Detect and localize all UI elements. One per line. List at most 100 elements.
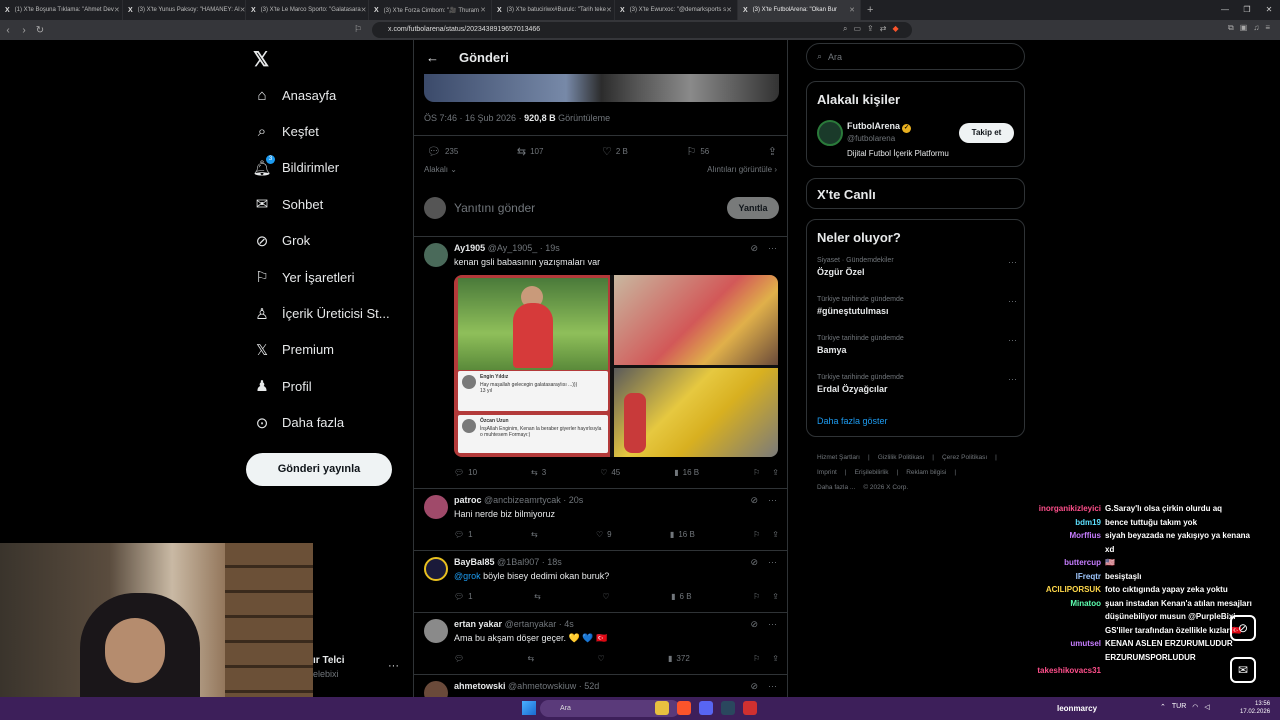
reply-tweet[interactable]: patroc @ancbizeamrtycak · 20s ⊘ ··· Hani … — [414, 490, 787, 550]
maximize-icon[interactable]: ❐ — [1236, 0, 1258, 20]
footer-link[interactable]: Çerez Politikası — [942, 454, 987, 461]
browser-tab[interactable]: X (3) X'te Yunus Paksoy: "HAMANEY: Al ✕ — [123, 0, 246, 20]
reply-tweet[interactable]: BayBal85 @1Bal907 · 18s ⊘ ··· @grok böyle… — [414, 552, 787, 612]
obs-icon[interactable] — [743, 701, 757, 715]
post-image[interactable] — [424, 74, 779, 102]
mention-link[interactable]: @grok — [454, 571, 481, 581]
reply-action[interactable]: 💬︎ 10 — [454, 468, 477, 477]
volume-icon[interactable]: ◁ — [1204, 703, 1209, 711]
more-options-icon[interactable]: ··· — [768, 557, 777, 568]
zoom-icon[interactable]: ⌕ — [843, 24, 847, 34]
wallet-icon[interactable]: ▣ — [1240, 23, 1248, 33]
messages-float-icon[interactable]: ✉ — [1230, 657, 1256, 683]
repost-action[interactable]: ⇆ — [527, 654, 534, 663]
close-window-icon[interactable]: ✕ — [1258, 0, 1280, 20]
windows-start-icon[interactable] — [522, 701, 536, 715]
share-icon[interactable]: ⇪ — [772, 468, 779, 477]
chat-username[interactable]: buttercup — [1000, 556, 1105, 570]
footer-link[interactable]: Imprint — [817, 469, 837, 476]
browser-tab[interactable]: X (1) X'te Boşuna Tıklama: "Ahmet Dev ✕ — [0, 0, 123, 20]
chat-username[interactable]: bdm19 — [1000, 516, 1105, 530]
more-options-icon[interactable]: ··· — [768, 495, 777, 506]
avatar[interactable] — [817, 120, 843, 146]
bookmark-icon[interactable]: ⚐ — [753, 592, 760, 601]
file-explorer-icon[interactable] — [655, 701, 669, 715]
footer-link[interactable]: © 2026 X Corp. — [863, 484, 908, 491]
sidebar-item-grok[interactable]: ⊘ Grok — [252, 223, 390, 259]
views-action[interactable]: ▮ 16 B — [674, 468, 699, 477]
new-tab-button[interactable]: + — [867, 4, 873, 16]
back-arrow-icon[interactable]: ← — [426, 50, 439, 65]
bookmark-icon[interactable]: ⚐ — [753, 468, 760, 477]
close-icon[interactable]: ✕ — [240, 6, 245, 14]
more-options-icon[interactable]: ··· — [1008, 296, 1017, 306]
browser-tab[interactable]: X (3) X'te Le Marco Sporto: "Galatasara ✕ — [246, 0, 369, 20]
grok-icon[interactable]: ⊘ — [750, 243, 758, 254]
language-indicator[interactable]: TUR — [1172, 703, 1186, 711]
trend-item[interactable]: Siyaset · Gündemdekiler Özgür Özel ··· — [817, 257, 1017, 277]
trend-item[interactable]: Türkiye tarihinde gündemde Bamya ··· — [817, 335, 1017, 355]
reply-input[interactable]: Yanıtını gönder — [454, 201, 535, 215]
more-options-icon[interactable]: ··· — [1008, 374, 1017, 384]
account-switcher[interactable]: ır Telci elebixi — [313, 655, 345, 679]
repost-action[interactable]: ⇆ — [531, 530, 538, 539]
chat-username[interactable]: ACILIPORSUK — [1000, 583, 1105, 597]
media-image[interactable] — [614, 368, 778, 457]
close-icon[interactable]: ✕ — [606, 6, 612, 14]
reply-action[interactable]: 💬︎ 1 — [454, 530, 473, 539]
reply-action[interactable]: 💬︎ 235 — [427, 145, 458, 158]
grok-icon[interactable]: ⊘ — [750, 681, 758, 692]
x-logo-icon[interactable]: 𝕏 — [253, 47, 269, 72]
media-icon[interactable]: ♫ — [1253, 23, 1259, 33]
bookmark-icon[interactable]: ⚐ — [753, 530, 760, 539]
bookmark-icon[interactable]: ⚐ — [753, 654, 760, 663]
trend-item[interactable]: Türkiye tarihinde gündemde #güneştutulmas… — [817, 296, 1017, 316]
sidebar-item-premium[interactable]: 𝕏 Premium — [252, 332, 390, 368]
chat-username[interactable]: inorganikizleyici — [1000, 502, 1105, 516]
search-input[interactable]: ⌕ Ara — [806, 43, 1025, 70]
browser-tab[interactable]: X (3) X'te Forza Cimbom: "🎥 Thuram ✕ — [369, 0, 492, 20]
footer-link[interactable]: Erişilebilirlik — [855, 469, 889, 476]
grok-float-icon[interactable]: ⊘ — [1230, 615, 1256, 641]
brave-shield-icon[interactable]: ◆ — [892, 24, 898, 34]
brave-browser-icon[interactable] — [677, 701, 691, 715]
sidebar-item-bildirimler[interactable]: 🔔︎ 3 Bildirimler — [252, 150, 390, 186]
trend-item[interactable]: Türkiye tarihinde gündemde Erdal Özyağcıl… — [817, 374, 1017, 394]
close-icon[interactable]: ✕ — [114, 6, 120, 14]
browser-tab[interactable]: X (3) X'te batuciriwx#Burulc: "Tarih teke… — [492, 0, 615, 20]
grok-icon[interactable]: ⊘ — [750, 619, 758, 630]
chat-username[interactable]: lFreqtr — [1000, 570, 1105, 584]
share-icon[interactable]: ⇪ — [867, 24, 874, 34]
footer-link[interactable]: Gizlilik Politikası — [878, 454, 925, 461]
bookmark-action[interactable]: ⚐ 56 — [686, 145, 709, 158]
reply-tweet[interactable]: Ay1905 @Ay_1905_ · 19s ⊘ ··· kenan gsli b… — [414, 238, 787, 488]
footer-link[interactable]: Hizmet Şartları — [817, 454, 860, 461]
avatar[interactable] — [424, 495, 448, 519]
sidebar-item-profil[interactable]: ♟ Profil — [252, 368, 390, 404]
back-icon[interactable]: ‹ — [0, 25, 16, 36]
close-icon[interactable]: ✕ — [361, 6, 367, 14]
more-options-icon[interactable]: ··· — [768, 619, 777, 630]
footer-link[interactable]: Reklam bilgisi — [906, 469, 946, 476]
views-action[interactable]: ▮ 16 B — [670, 530, 695, 539]
translate-icon[interactable]: ⇄ — [880, 24, 887, 34]
sidebar-item-yer-i-şaretleri[interactable]: ⚐ Yer İşaretleri — [252, 259, 390, 295]
follow-button[interactable]: Takip et — [959, 123, 1014, 143]
more-options-icon[interactable]: ··· — [768, 681, 777, 692]
screen-icon[interactable]: ▭ — [853, 24, 861, 34]
avatar[interactable] — [424, 619, 448, 643]
like-action[interactable]: ♡ 45 — [600, 468, 620, 477]
menu-icon[interactable]: ≡ — [1265, 23, 1270, 33]
reply-action[interactable]: 💬︎ — [454, 654, 464, 663]
sort-dropdown[interactable]: Alakalı ⌄ — [424, 165, 457, 174]
extensions-icon[interactable]: ⧉ — [1228, 23, 1234, 33]
minimize-icon[interactable]: — — [1214, 0, 1236, 20]
tweet-media[interactable]: Engin Yıldız Hay maşallah gelecegin galat… — [454, 275, 778, 457]
view-quotes-link[interactable]: Alıntıları görüntüle › — [707, 165, 777, 174]
more-options-icon[interactable]: ··· — [1008, 257, 1017, 267]
views-action[interactable]: ▮ 372 — [668, 654, 690, 663]
like-action[interactable]: ♡ 9 — [596, 530, 612, 539]
views-action[interactable]: ▮ 6 B — [671, 592, 691, 601]
reload-icon[interactable]: ↻ — [32, 25, 48, 36]
reply-tweet[interactable]: ertan yakar @ertanyakar · 4s ⊘ ··· Ama bu… — [414, 614, 787, 674]
